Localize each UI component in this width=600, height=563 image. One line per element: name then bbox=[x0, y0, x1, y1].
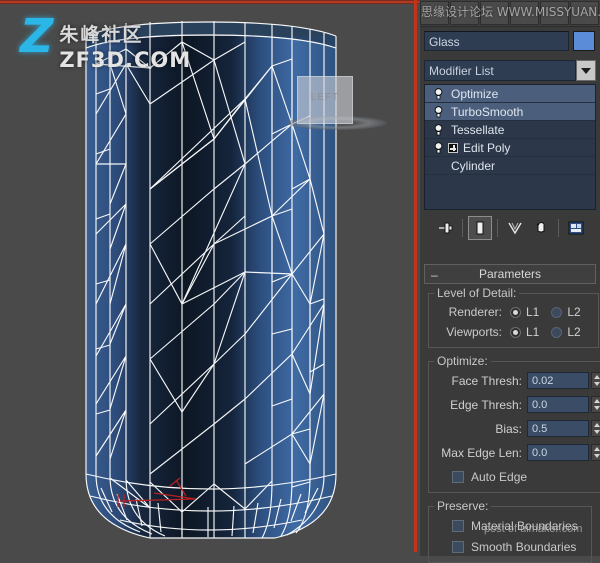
edge-thresh-row: Edge Thresh: bbox=[434, 394, 600, 415]
chevron-down-icon[interactable] bbox=[576, 60, 596, 81]
stack-item-optimize[interactable]: Optimize bbox=[425, 85, 595, 103]
tab-display-icon[interactable] bbox=[540, 1, 569, 25]
remove-modifier-icon[interactable] bbox=[529, 216, 553, 240]
preserve-legend: Preserve: bbox=[437, 499, 489, 513]
renderer-l2-radio[interactable] bbox=[551, 306, 563, 318]
stack-item-label: Optimize bbox=[451, 86, 499, 101]
viewports-l1-label: L1 bbox=[526, 325, 540, 339]
modifier-list-label[interactable]: Modifier List bbox=[424, 60, 576, 81]
max-edge-len-input[interactable] bbox=[527, 444, 589, 461]
show-end-result-icon[interactable] bbox=[467, 216, 492, 240]
object-name-row bbox=[424, 30, 596, 52]
view-cube-label: LEFT bbox=[310, 92, 340, 103]
edge-thresh-input[interactable] bbox=[527, 396, 589, 413]
max-edge-len-row: Max Edge Len: bbox=[434, 442, 600, 463]
parameters-rollout-header[interactable]: – Parameters bbox=[424, 264, 596, 284]
edge-thresh-spinner[interactable] bbox=[591, 396, 600, 413]
auto-edge-row: Auto Edge bbox=[434, 466, 600, 487]
tab-create-icon[interactable] bbox=[420, 1, 449, 25]
stack-item-label: Edit Poly bbox=[463, 140, 511, 155]
renderer-l1-label: L1 bbox=[526, 305, 540, 319]
stack-item-label: Tessellate bbox=[451, 122, 505, 137]
material-boundaries-label: Material Boundaries bbox=[471, 518, 578, 533]
rollout-title: Parameters bbox=[478, 267, 542, 281]
modifier-list-combo[interactable]: Modifier List bbox=[424, 60, 596, 82]
viewport-mesh bbox=[85, 21, 337, 539]
renderer-l1-radio[interactable] bbox=[510, 306, 521, 318]
stack-item-edit-poly[interactable]: Edit Poly bbox=[425, 139, 595, 157]
parameters-rollout-body: Level of Detail: Renderer: L1 L2 Viewpor… bbox=[424, 286, 600, 563]
stack-item-label: Cylinder bbox=[451, 158, 496, 173]
tab-hierarchy-icon[interactable] bbox=[480, 1, 509, 25]
renderer-label: Renderer: bbox=[448, 305, 502, 319]
stack-item-label: TurboSmooth bbox=[451, 104, 524, 119]
tab-modify-icon[interactable] bbox=[450, 1, 479, 25]
smooth-boundaries-checkbox[interactable] bbox=[452, 540, 464, 553]
command-panel-tabs[interactable]: 思缘设计论坛 WWW.MISSYUAN.COM bbox=[420, 0, 600, 27]
command-panel: 思缘设计论坛 WWW.MISSYUAN.COM Modifier List Op… bbox=[420, 0, 600, 563]
max-edge-len-label: Max Edge Len: bbox=[441, 445, 522, 460]
viewports-l2-radio[interactable] bbox=[551, 326, 563, 338]
face-thresh-spinner[interactable] bbox=[591, 372, 600, 389]
face-thresh-label: Face Thresh: bbox=[451, 373, 522, 388]
lightbulb-icon[interactable] bbox=[430, 105, 446, 118]
expand-plus-icon[interactable] bbox=[448, 142, 458, 153]
viewport-left[interactable]: Z 朱峰社区 ZF3D.COM LEFT bbox=[0, 4, 417, 556]
viewports-l1-radio[interactable] bbox=[510, 326, 521, 338]
bias-label: Bias: bbox=[495, 421, 522, 436]
stack-item-tessellate[interactable]: Tessellate bbox=[425, 121, 595, 139]
bias-row: Bias: bbox=[434, 418, 600, 439]
collapse-icon[interactable]: – bbox=[431, 268, 438, 282]
app-root: Z 朱峰社区 ZF3D.COM LEFT 思缘设计论坛 WWW.MISSYUAN… bbox=[0, 0, 600, 563]
renderer-l2-label: L2 bbox=[567, 305, 581, 319]
bias-input[interactable] bbox=[527, 420, 589, 437]
face-thresh-input[interactable] bbox=[527, 372, 589, 389]
lightbulb-icon[interactable] bbox=[430, 87, 446, 100]
max-edge-len-spinner[interactable] bbox=[591, 444, 600, 461]
bias-spinner[interactable] bbox=[591, 420, 600, 437]
auto-edge-checkbox[interactable] bbox=[452, 470, 464, 483]
smooth-boundaries-label: Smooth Boundaries bbox=[471, 539, 577, 554]
face-thresh-row: Face Thresh: bbox=[434, 370, 600, 391]
material-boundaries-row: Material Boundaries bbox=[434, 515, 586, 536]
material-boundaries-checkbox[interactable] bbox=[452, 519, 464, 532]
auto-edge-label: Auto Edge bbox=[471, 469, 528, 484]
viewports-label: Viewports: bbox=[446, 325, 502, 339]
configure-modifier-sets-icon[interactable] bbox=[564, 216, 588, 240]
optimize-group: Optimize: Face Thresh: Edge Thresh: Bias… bbox=[428, 354, 600, 493]
preserve-group: Preserve: Material Boundaries Smooth Bou… bbox=[428, 499, 592, 563]
optimize-legend: Optimize: bbox=[437, 354, 488, 368]
tab-utilities-icon[interactable] bbox=[570, 1, 599, 25]
object-name-input[interactable] bbox=[424, 31, 569, 51]
tab-motion-icon[interactable] bbox=[510, 1, 539, 25]
stack-item-turbosmooth[interactable]: TurboSmooth bbox=[425, 103, 595, 121]
view-cube[interactable]: LEFT bbox=[287, 76, 387, 130]
lightbulb-icon[interactable] bbox=[430, 141, 446, 154]
stack-tool-buttons[interactable] bbox=[424, 214, 596, 242]
renderer-lod-row: Renderer: L1 L2 bbox=[434, 302, 593, 322]
stack-item-cylinder[interactable]: Cylinder bbox=[425, 157, 595, 175]
level-of-detail-group: Level of Detail: Renderer: L1 L2 Viewpor… bbox=[428, 286, 599, 348]
modifier-stack[interactable]: Optimize TurboSmooth Tessellate Edit Pol… bbox=[424, 84, 596, 210]
smooth-boundaries-row: Smooth Boundaries bbox=[434, 536, 586, 557]
lightbulb-icon[interactable] bbox=[430, 123, 446, 136]
pin-stack-icon[interactable] bbox=[433, 216, 457, 240]
make-unique-icon[interactable] bbox=[503, 216, 527, 240]
object-color-swatch[interactable] bbox=[573, 31, 595, 51]
edge-thresh-label: Edge Thresh: bbox=[450, 397, 522, 412]
viewports-l2-label: L2 bbox=[567, 325, 581, 339]
level-of-detail-legend: Level of Detail: bbox=[437, 286, 517, 300]
viewports-lod-row: Viewports: L1 L2 bbox=[434, 322, 593, 342]
